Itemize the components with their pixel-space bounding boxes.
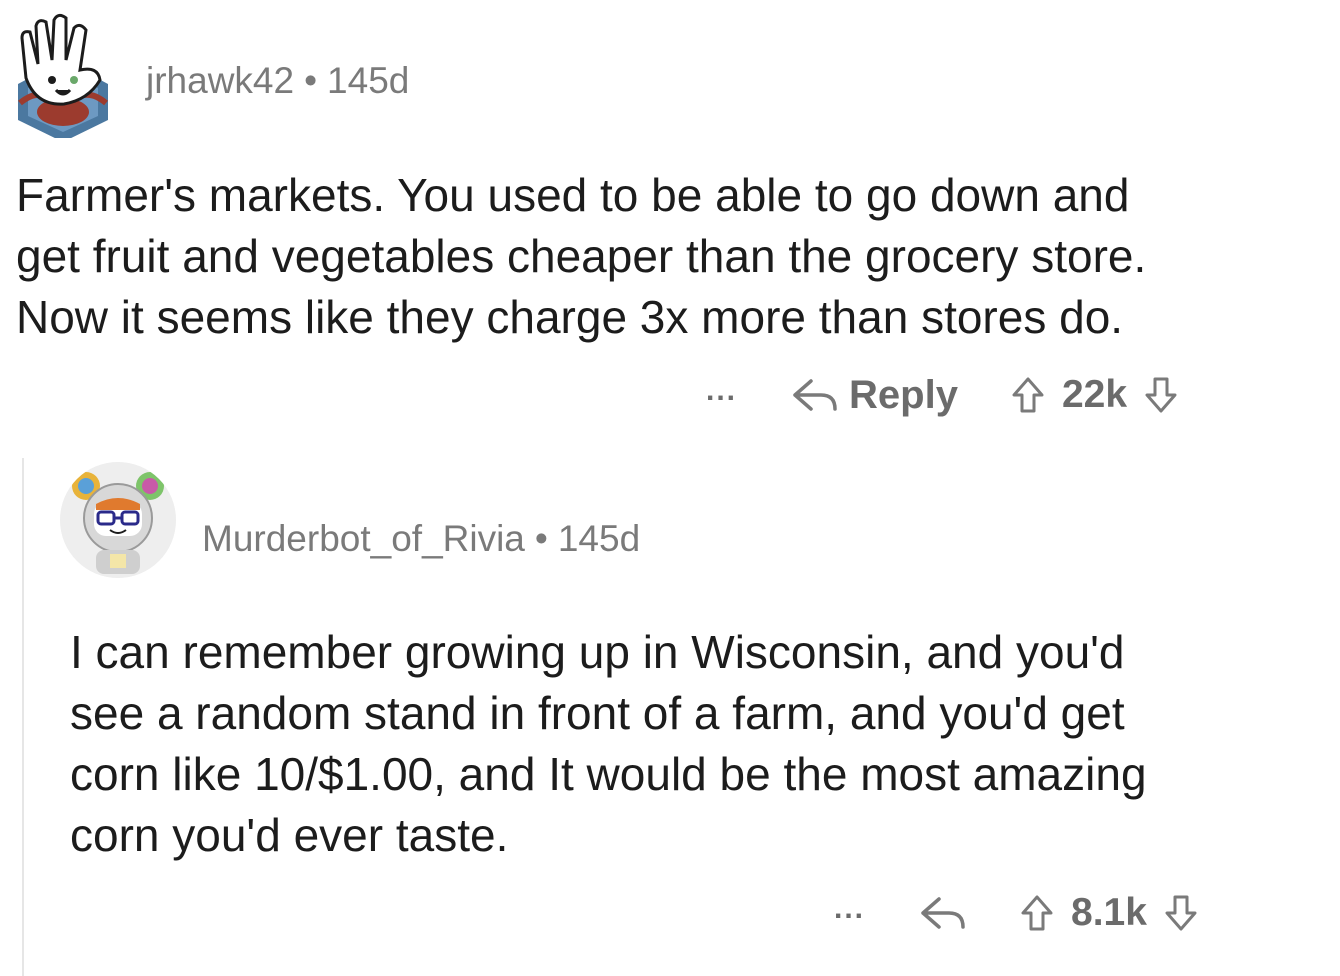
upvote-icon[interactable] [1010,375,1046,415]
comment-actions: ... 8.1k [834,888,1199,938]
more-options-button[interactable]: ... [834,892,865,926]
username[interactable]: Murderbot_of_Rivia [202,518,525,559]
separator-dot: • [304,60,318,101]
comment-meta: Murderbot_of_Rivia • 145d [202,518,640,560]
comment-body: Farmer's markets. You used to be able to… [16,169,1147,343]
reply-label: Reply [849,372,958,417]
vote-controls: 22k [1010,373,1179,417]
vote-score: 22k [1061,373,1128,416]
comment-age: 145d [327,60,410,101]
comment-age: 145d [557,518,641,559]
vote-score: 8.1k [1071,891,1147,934]
username[interactable]: jrhawk42 [146,60,294,101]
separator-dot: • [534,518,548,559]
reply-arrow-icon [791,375,839,415]
astronaut-avatar-icon[interactable] [60,462,176,578]
hand-avatar-icon[interactable] [8,8,118,138]
reply-arrow-icon [919,893,967,933]
more-options-button[interactable]: ... [706,374,737,408]
upvote-icon[interactable] [1019,893,1055,933]
reply-button[interactable]: Reply [791,373,958,418]
comment-actions: ... Reply 22k [706,370,1179,420]
downvote-icon[interactable] [1143,375,1179,415]
vote-controls: 8.1k [1019,891,1199,935]
reply-button[interactable] [919,893,967,933]
comment-meta: jrhawk42 • 145d [146,60,409,102]
comment: jrhawk42 • 145d Farmer's markets. You used… [0,0,1340,440]
downvote-icon[interactable] [1163,893,1199,933]
comment-reply: Murderbot_of_Rivia • 145d I can remember g… [0,440,1340,976]
comment-body: I can remember growing up in Wisconsin, … [70,626,1147,861]
